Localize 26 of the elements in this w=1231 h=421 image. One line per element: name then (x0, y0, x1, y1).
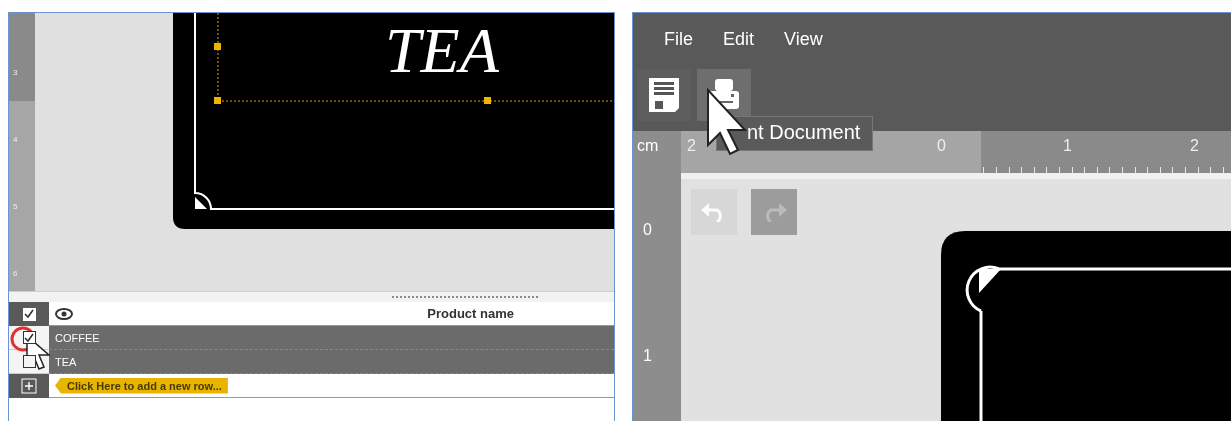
menu-item[interactable]: File (664, 28, 693, 50)
table-cell: COFFEE (55, 331, 100, 344)
table-cell: TEA (55, 355, 77, 368)
ruler-unit: cm (633, 131, 681, 173)
ruler-number: 1 (1063, 137, 1072, 155)
column-heading: Product name (427, 306, 514, 321)
select-all-checkbox[interactable] (22, 307, 36, 321)
ruler-number: 6 (13, 269, 18, 278)
ruler-number: 5 (13, 202, 18, 211)
ruler-number: 0 (937, 137, 946, 155)
row-checkbox[interactable] (22, 331, 36, 344)
ruler-number: 2 (1190, 137, 1199, 155)
row-checkbox[interactable] (22, 355, 36, 368)
cursor-icon (705, 87, 749, 157)
menu-item[interactable]: View (784, 28, 823, 50)
ruler-number: 0 (643, 221, 652, 239)
add-row-icon[interactable] (21, 378, 37, 394)
eye-icon[interactable] (55, 307, 73, 320)
splitter-handle[interactable] (392, 296, 538, 298)
add-row-hint[interactable]: Click Here to add a new row... (55, 377, 228, 394)
ruler-number: 2 (687, 137, 696, 155)
label-text[interactable]: TEA (385, 13, 499, 89)
menu-item[interactable]: Edit (723, 28, 755, 50)
ruler-number: 3 (13, 68, 18, 77)
ruler-number: 1 (643, 347, 652, 365)
save-button[interactable] (637, 69, 691, 121)
